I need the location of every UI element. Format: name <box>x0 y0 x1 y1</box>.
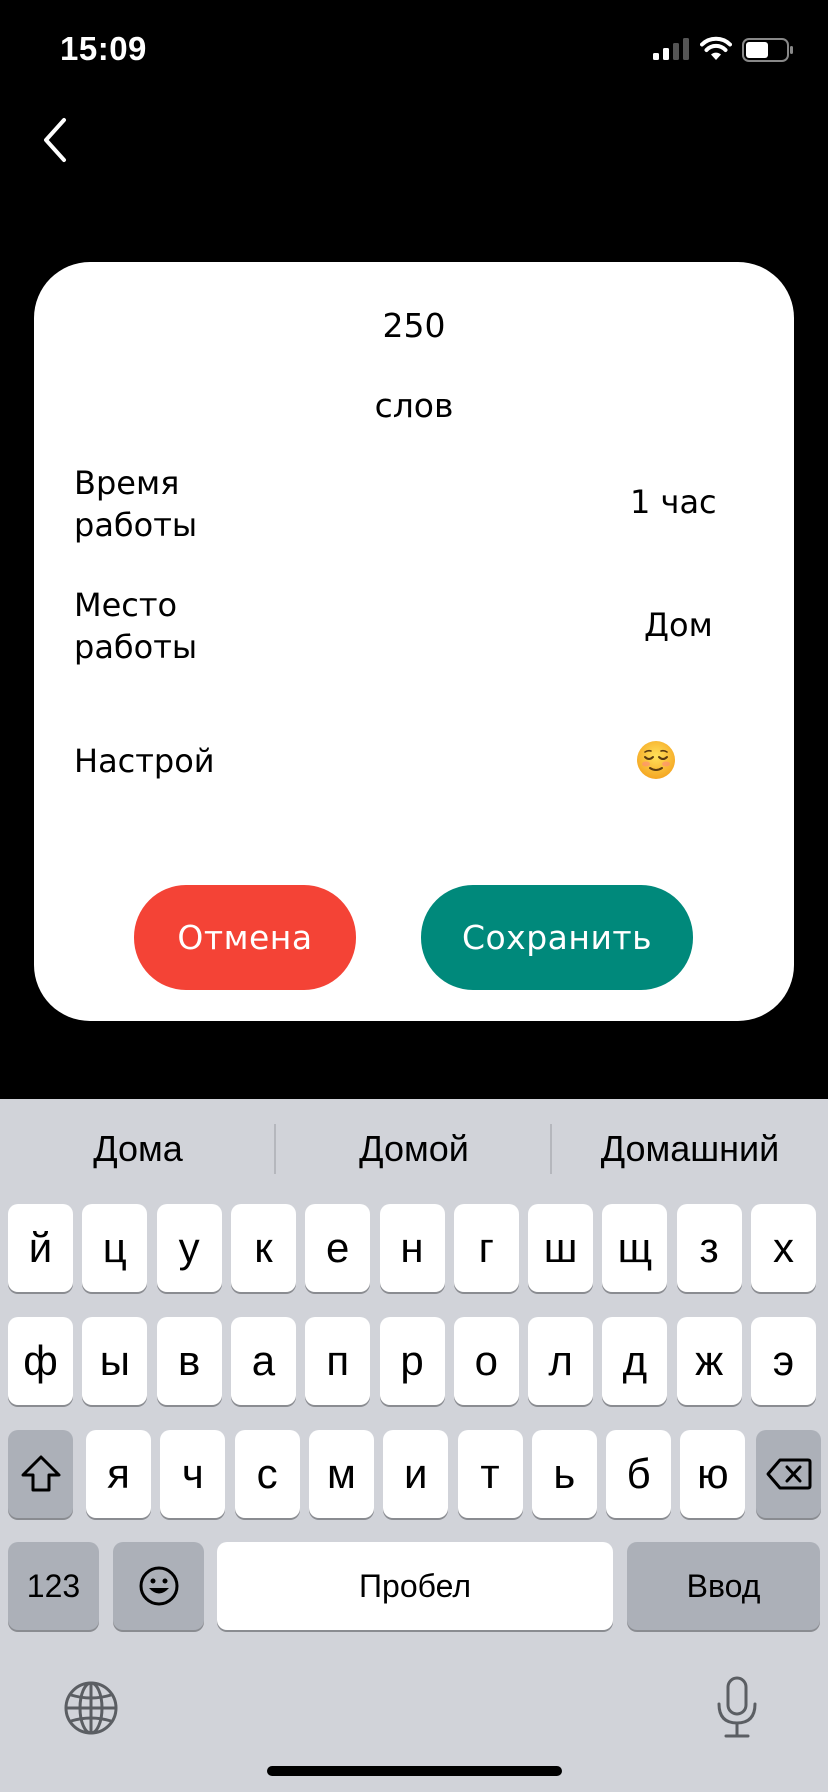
entry-card: 250 слов Время работы 1 час Место работы… <box>34 262 794 1021</box>
key-п[interactable]: п <box>305 1317 371 1405</box>
key-т[interactable]: т <box>457 1430 523 1518</box>
key-а[interactable]: а <box>230 1317 296 1405</box>
word-count[interactable]: 250 <box>34 306 794 345</box>
suggestion-1[interactable]: Дома <box>0 1099 276 1199</box>
microphone-icon[interactable] <box>714 1675 760 1741</box>
key-э[interactable]: э <box>751 1317 816 1405</box>
key-ц[interactable]: ц <box>82 1204 148 1292</box>
work-time-value[interactable]: 1 час <box>630 483 717 521</box>
return-key[interactable]: Ввод <box>627 1542 820 1630</box>
key-х[interactable]: х <box>751 1204 816 1292</box>
relieved-face-emoji-icon[interactable] <box>636 740 676 780</box>
key-ш[interactable]: ш <box>528 1204 594 1292</box>
status-time: 15:09 <box>60 30 147 67</box>
work-time-label: Время работы <box>74 464 198 544</box>
back-chevron-icon[interactable] <box>36 112 76 168</box>
key-ы[interactable]: ы <box>82 1317 148 1405</box>
cancel-button[interactable]: Отмена <box>134 885 356 990</box>
key-н[interactable]: н <box>379 1204 445 1292</box>
key-о[interactable]: о <box>453 1317 519 1405</box>
work-place-label: Место работы <box>74 586 198 666</box>
shift-key[interactable] <box>8 1430 73 1518</box>
battery-icon <box>742 38 793 62</box>
key-с[interactable]: с <box>234 1430 300 1518</box>
key-и[interactable]: и <box>383 1430 449 1518</box>
backspace-key[interactable] <box>756 1430 821 1518</box>
key-й[interactable]: й <box>8 1204 73 1292</box>
space-key[interactable]: Пробел <box>217 1542 613 1630</box>
emoji-smile-icon <box>139 1566 178 1606</box>
backspace-icon <box>766 1458 811 1490</box>
shift-arrow-icon <box>21 1455 60 1492</box>
key-в[interactable]: в <box>156 1317 222 1405</box>
emoji-key[interactable] <box>113 1542 204 1630</box>
key-ю[interactable]: ю <box>680 1430 746 1518</box>
key-з[interactable]: з <box>676 1204 742 1292</box>
key-р[interactable]: р <box>379 1317 445 1405</box>
key-г[interactable]: г <box>453 1204 519 1292</box>
suggestion-3[interactable]: Домашний <box>552 1099 828 1199</box>
wifi-icon <box>700 36 732 60</box>
suggestion-2[interactable]: Домой <box>276 1099 552 1199</box>
word-unit-label: слов <box>374 386 454 425</box>
key-ь[interactable]: ь <box>531 1430 597 1518</box>
key-к[interactable]: к <box>230 1204 296 1292</box>
work-place-value[interactable]: Дом <box>644 606 713 644</box>
key-м[interactable]: м <box>308 1430 374 1518</box>
globe-icon[interactable] <box>63 1680 119 1736</box>
key-у[interactable]: у <box>156 1204 222 1292</box>
keyboard: Дома Домой Домашний йцукенгшщзх фывапрол… <box>0 1099 828 1792</box>
mood-label: Настрой <box>74 742 215 780</box>
key-ф[interactable]: ф <box>8 1317 73 1405</box>
home-indicator <box>267 1766 562 1776</box>
key-ч[interactable]: ч <box>160 1430 226 1518</box>
key-б[interactable]: б <box>606 1430 672 1518</box>
numbers-key[interactable]: 123 <box>8 1542 99 1630</box>
key-л[interactable]: л <box>528 1317 594 1405</box>
key-щ[interactable]: щ <box>602 1204 668 1292</box>
key-е[interactable]: е <box>305 1204 371 1292</box>
key-д[interactable]: д <box>602 1317 668 1405</box>
cellular-signal-icon <box>653 38 689 60</box>
key-я[interactable]: я <box>86 1430 151 1518</box>
key-ж[interactable]: ж <box>676 1317 742 1405</box>
save-button[interactable]: Сохранить <box>421 885 693 990</box>
